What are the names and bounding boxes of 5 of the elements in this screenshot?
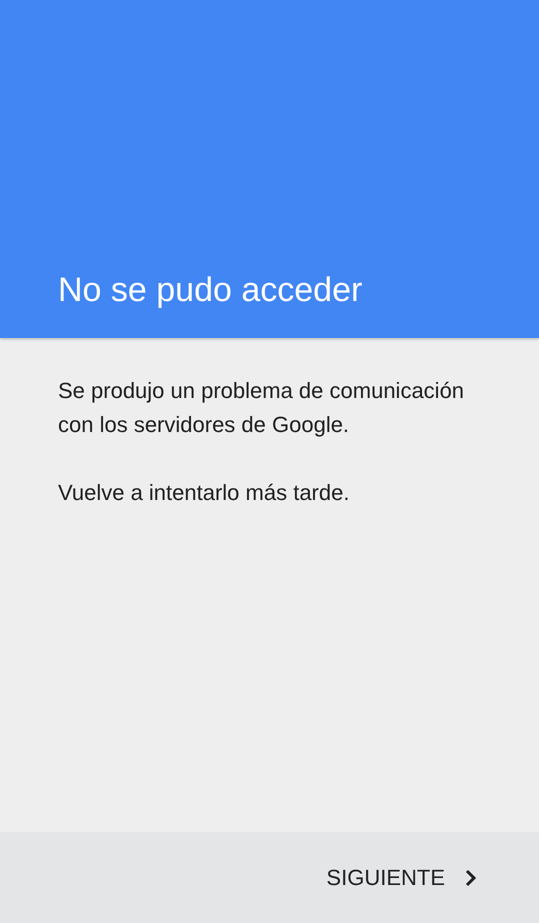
chevron-right-icon	[465, 868, 477, 886]
message-paragraph: Se produjo un problema de comunicación con los servidores de Google.	[58, 377, 466, 439]
message-paragraph: Vuelve a intentarlo más tarde.	[58, 479, 350, 507]
next-button[interactable]: SIGUIENTE	[316, 856, 487, 898]
page-title: No se pudo acceder	[58, 271, 362, 310]
